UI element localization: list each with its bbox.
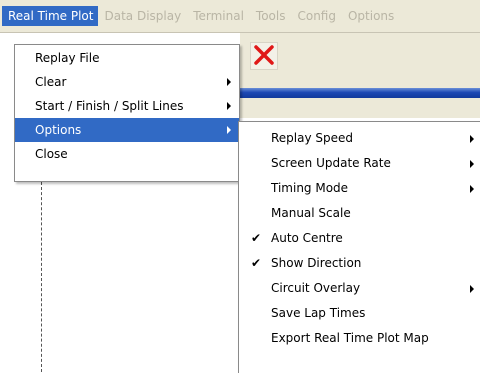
real-time-plot-menu: Replay File Clear Start / Finish / Split… — [14, 44, 240, 182]
menu-item-auto-centre[interactable]: ✔ Auto Centre — [239, 226, 480, 251]
menu-item-save-lap-times[interactable]: Save Lap Times — [239, 301, 480, 326]
menu-item-start-finish-split-lines[interactable]: Start / Finish / Split Lines — [15, 94, 239, 118]
options-submenu: Replay Speed Screen Update Rate Timing M… — [238, 121, 480, 373]
menu-item-label: Export Real Time Plot Map — [271, 331, 429, 345]
menu-item-screen-update-rate[interactable]: Screen Update Rate — [239, 151, 480, 176]
close-icon — [253, 44, 275, 69]
submenu-arrow-icon — [227, 102, 231, 110]
menu-config[interactable]: Config — [291, 6, 342, 26]
menu-options[interactable]: Options — [342, 6, 400, 26]
menu-data-display[interactable]: Data Display — [98, 6, 187, 26]
menu-tools[interactable]: Tools — [250, 6, 292, 26]
submenu-arrow-icon — [470, 184, 474, 193]
menu-item-options[interactable]: Options — [15, 118, 239, 142]
menu-item-label: Options — [35, 123, 82, 137]
submenu-arrow-icon — [227, 78, 231, 86]
menu-item-circuit-overlay[interactable]: Circuit Overlay — [239, 276, 480, 301]
menu-item-replay-speed[interactable]: Replay Speed — [239, 126, 480, 151]
menu-item-label: Circuit Overlay — [271, 281, 361, 295]
plot-guide-line — [41, 182, 42, 372]
menu-item-clear[interactable]: Clear — [15, 70, 239, 94]
title-bar-strip — [240, 88, 480, 98]
panel-background — [240, 98, 480, 118]
menu-item-label: Close — [35, 147, 68, 161]
menu-real-time-plot[interactable]: Real Time Plot — [2, 6, 99, 26]
submenu-arrow-icon — [470, 159, 474, 168]
menu-item-export-real-time-plot-map[interactable]: Export Real Time Plot Map — [239, 326, 480, 351]
menu-item-timing-mode[interactable]: Timing Mode — [239, 176, 480, 201]
menu-item-label: Show Direction — [271, 256, 362, 270]
menu-item-show-direction[interactable]: ✔ Show Direction — [239, 251, 480, 276]
menu-item-close[interactable]: Close — [15, 142, 239, 166]
menu-item-label: Replay File — [35, 51, 100, 65]
menu-item-label: Clear — [35, 75, 67, 89]
submenu-arrow-icon — [470, 284, 474, 293]
menu-item-label: Start / Finish / Split Lines — [35, 99, 184, 113]
menu-item-replay-file[interactable]: Replay File — [15, 46, 239, 70]
menu-terminal[interactable]: Terminal — [187, 6, 250, 26]
menu-item-label: Screen Update Rate — [271, 156, 391, 170]
menu-item-label: Replay Speed — [271, 131, 354, 145]
checkmark-icon: ✔ — [251, 256, 262, 270]
menu-item-label: Manual Scale — [271, 206, 351, 220]
menu-bar: Real Time Plot Data Display Terminal Too… — [0, 0, 480, 33]
menu-item-label: Save Lap Times — [271, 306, 366, 320]
submenu-arrow-icon — [227, 126, 231, 134]
menu-item-manual-scale[interactable]: Manual Scale — [239, 201, 480, 226]
checkmark-icon: ✔ — [251, 231, 262, 245]
submenu-arrow-icon — [470, 134, 474, 143]
menu-item-label: Auto Centre — [271, 231, 343, 245]
toolbar-close-button[interactable] — [250, 42, 278, 70]
menu-item-label: Timing Mode — [271, 181, 349, 195]
